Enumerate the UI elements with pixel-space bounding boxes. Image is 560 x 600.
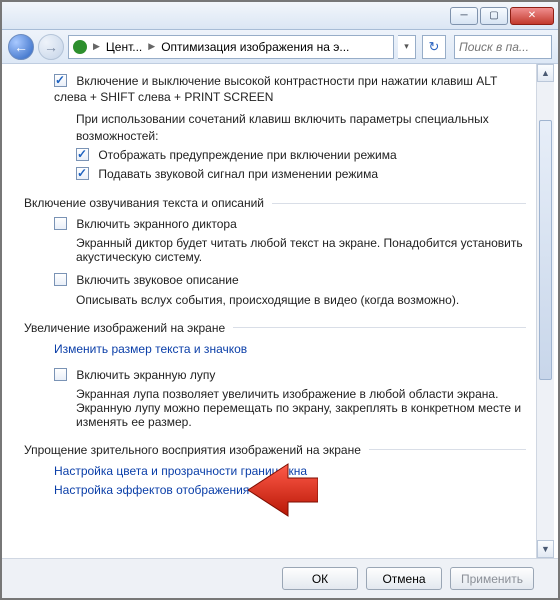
high-contrast-checkbox[interactable] [54,74,67,87]
breadcrumb-seg2[interactable]: Оптимизация изображения на э... [161,40,349,54]
magnifier-label: Включить экранную лупу [76,368,215,382]
high-contrast-label: Включение и выключение высокой контрастн… [54,74,497,104]
divider [233,327,526,328]
narrator-description: Экранный диктор будет читать любой текст… [76,236,526,264]
nav-back-button[interactable]: ← [8,34,34,60]
minimize-button[interactable]: ─ [450,7,478,25]
address-bar[interactable]: ▶ Цент... ▶ Оптимизация изображения на э… [68,35,394,59]
window-color-link[interactable]: Настройка цвета и прозрачности границ ок… [54,464,307,478]
divider [369,449,526,450]
scroll-down-button[interactable]: ▼ [537,540,554,558]
magnifier-checkbox[interactable] [54,368,67,381]
cancel-button[interactable]: Отмена [366,567,442,590]
navigation-bar: ← → ▶ Цент... ▶ Оптимизация изображения … [2,30,558,64]
close-button[interactable]: ✕ [510,7,554,25]
contrast-sub-intro: При использовании сочетаний клавиш включ… [76,111,526,143]
address-dropdown[interactable]: ▾ [398,35,416,59]
window-titlebar: ─ ▢ ✕ [2,2,558,30]
chevron-right-icon: ▶ [91,41,102,52]
show-warning-checkbox[interactable] [76,148,89,161]
show-warning-label: Отображать предупреждение при включении … [98,148,396,162]
text-size-link[interactable]: Изменить размер текста и значков [54,342,247,356]
maximize-button[interactable]: ▢ [480,7,508,25]
content-area: Включение и выключение высокой контрастн… [10,64,554,558]
ok-button[interactable]: ОК [282,567,358,590]
narrator-label: Включить экранного диктора [76,217,236,231]
vertical-scrollbar[interactable]: ▲ ▼ [536,64,554,558]
search-input[interactable] [454,35,552,59]
narration-heading: Включение озвучивания текста и описаний [24,196,264,210]
breadcrumb-seg1[interactable]: Цент... [106,40,142,54]
divider [272,203,526,204]
simplify-heading: Упрощение зрительного восприятия изображ… [24,443,361,457]
scroll-up-button[interactable]: ▲ [537,64,554,82]
audio-description-label: Включить звуковое описание [76,273,238,287]
magnifier-description: Экранная лупа позволяет увеличить изобра… [76,387,526,429]
play-sound-checkbox[interactable] [76,167,89,180]
audio-description-checkbox[interactable] [54,273,67,286]
play-sound-label: Подавать звуковой сигнал при изменении р… [98,167,378,181]
apply-button[interactable]: Применить [450,567,534,590]
scroll-thumb[interactable] [539,120,552,380]
ease-of-access-icon [73,40,87,54]
narrator-checkbox[interactable] [54,217,67,230]
dialog-footer: ОК Отмена Применить [2,558,558,598]
display-effects-link[interactable]: Настройка эффектов отображения [54,483,249,497]
magnify-heading: Увеличение изображений на экране [24,321,225,335]
nav-forward-button[interactable]: → [38,34,64,60]
refresh-button[interactable]: ↻ [422,35,446,59]
audio-description-text: Описывать вслух события, происходящие в … [76,293,526,307]
chevron-right-icon: ▶ [146,41,157,52]
